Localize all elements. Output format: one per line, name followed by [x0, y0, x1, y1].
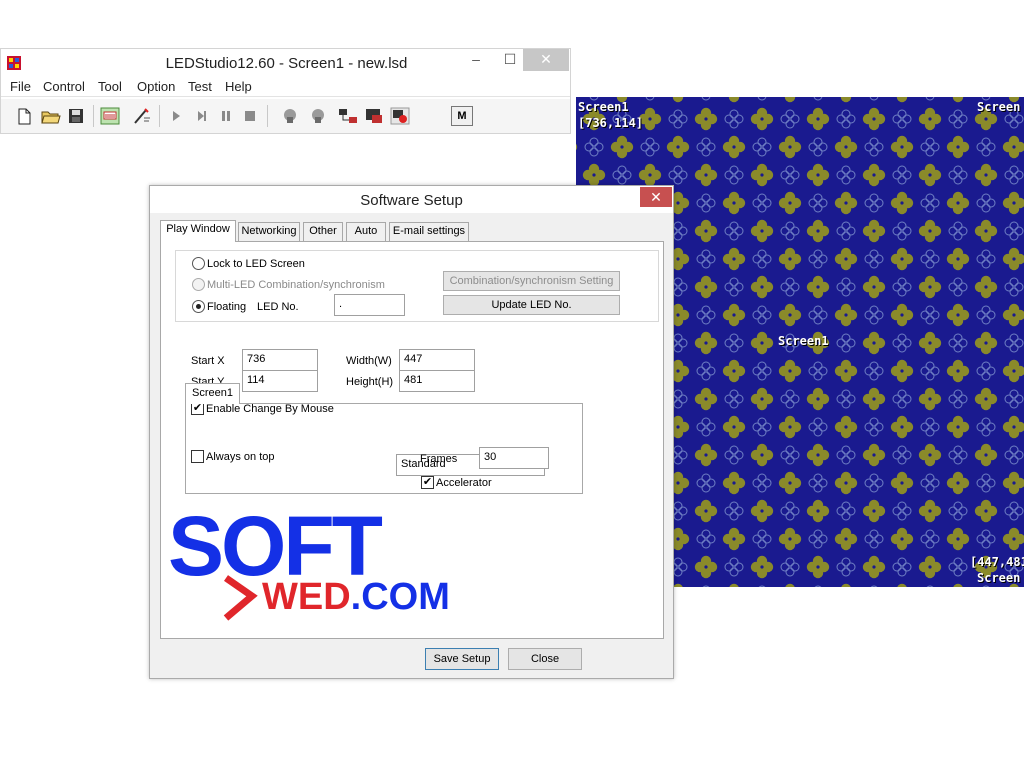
lock-icon[interactable]: [279, 106, 301, 126]
led-screen-icon[interactable]: [99, 106, 121, 126]
start-x-label: Start X: [191, 355, 225, 367]
display-icon[interactable]: [363, 106, 385, 126]
stop-icon[interactable]: [239, 106, 261, 126]
menu-option[interactable]: Option: [137, 79, 175, 94]
maximize-button[interactable]: ☐: [496, 49, 524, 71]
toolbar-separator: [267, 105, 268, 127]
menu-file[interactable]: File: [10, 79, 31, 94]
start-y-input[interactable]: 114: [242, 370, 318, 392]
menu-help[interactable]: Help: [225, 79, 252, 94]
toolbar: M: [1, 99, 570, 133]
tab-auto[interactable]: Auto: [346, 222, 386, 241]
record-icon[interactable]: [389, 106, 411, 126]
screen-coords-bottom-right: [447,481: [970, 555, 1024, 569]
combination-setting-button[interactable]: Combination/synchronism Setting: [443, 271, 620, 291]
dialog-close-button[interactable]: ✕: [640, 187, 672, 207]
update-led-no-button[interactable]: Update LED No.: [443, 295, 620, 315]
save-setup-button[interactable]: Save Setup: [425, 648, 499, 670]
edit-wand-icon[interactable]: [131, 106, 153, 126]
open-folder-icon[interactable]: [39, 106, 61, 126]
screen-label-top-right: Screen: [977, 100, 1021, 114]
close-window-button[interactable]: ✕: [523, 49, 569, 71]
tab-email-settings[interactable]: E-mail settings: [389, 222, 469, 241]
led-no-label: LED No.: [257, 301, 299, 313]
screen-label-bottom-right: Screen: [977, 571, 1021, 585]
unlock-icon[interactable]: [307, 106, 329, 126]
title-bar: LEDStudio12.60 - Screen1 - new.lsd – ☐ ✕: [1, 49, 570, 77]
menu-control[interactable]: Control: [43, 79, 85, 94]
accelerator-label: Accelerator: [436, 477, 492, 489]
enable-mouse-label: Enable Change By Mouse: [206, 403, 334, 415]
width-input[interactable]: 447: [399, 349, 475, 371]
dialog-title-bar: Software Setup ✕: [150, 186, 673, 213]
close-dialog-button[interactable]: Close: [508, 648, 582, 670]
screen-label-center: Screen1: [778, 334, 829, 348]
play-icon[interactable]: [165, 106, 187, 126]
menu-test[interactable]: Test: [188, 79, 212, 94]
tab-screen1[interactable]: Screen1: [185, 383, 240, 404]
screen-label-top-left: Screen1: [578, 100, 629, 114]
lock-to-led-label: Lock to LED Screen: [207, 258, 305, 270]
screen-coords-top-left: [736,114]: [578, 116, 644, 130]
mode-m-button[interactable]: M: [451, 106, 473, 126]
menu-bar: File Control Tool Option Test Help: [1, 77, 570, 97]
tab-other[interactable]: Other: [303, 222, 343, 241]
main-window: LEDStudio12.60 - Screen1 - new.lsd – ☐ ✕…: [0, 48, 571, 134]
multi-led-radio[interactable]: [192, 278, 205, 291]
dialog-title: Software Setup: [360, 192, 463, 209]
always-on-top-label: Always on top: [206, 451, 275, 463]
always-on-top-checkbox[interactable]: [191, 450, 204, 463]
minimize-button[interactable]: –: [461, 49, 491, 71]
watermark-wed-com: WED.COM: [262, 578, 450, 616]
height-label: Height(H): [346, 376, 394, 388]
frames-input[interactable]: 30: [479, 447, 549, 469]
floating-label: Floating: [207, 301, 247, 313]
menu-tool[interactable]: Tool: [98, 79, 122, 94]
save-disk-icon[interactable]: [65, 106, 87, 126]
height-input[interactable]: 481: [399, 370, 475, 392]
toolbar-separator: [93, 105, 94, 127]
led-no-input[interactable]: .: [334, 294, 405, 316]
tab-networking[interactable]: Networking: [238, 222, 300, 241]
network-icon[interactable]: [337, 106, 359, 126]
floating-radio[interactable]: [192, 300, 205, 313]
watermark-com: .COM: [350, 576, 450, 618]
width-label: Width(W): [346, 355, 392, 367]
tab-play-window[interactable]: Play Window: [160, 220, 236, 242]
pause-icon[interactable]: [215, 106, 237, 126]
step-play-icon[interactable]: [191, 106, 213, 126]
watermark-wed: WED: [262, 576, 351, 618]
watermark-arrow-icon: [223, 575, 258, 621]
multi-led-label: Multi-LED Combination/synchronism: [207, 279, 385, 291]
accelerator-checkbox[interactable]: ✔: [421, 476, 434, 489]
toolbar-separator: [159, 105, 160, 127]
new-file-icon[interactable]: [13, 106, 35, 126]
lock-to-led-radio[interactable]: [192, 257, 205, 270]
frames-label: Frames: [420, 453, 458, 465]
start-x-input[interactable]: 736: [242, 349, 318, 371]
